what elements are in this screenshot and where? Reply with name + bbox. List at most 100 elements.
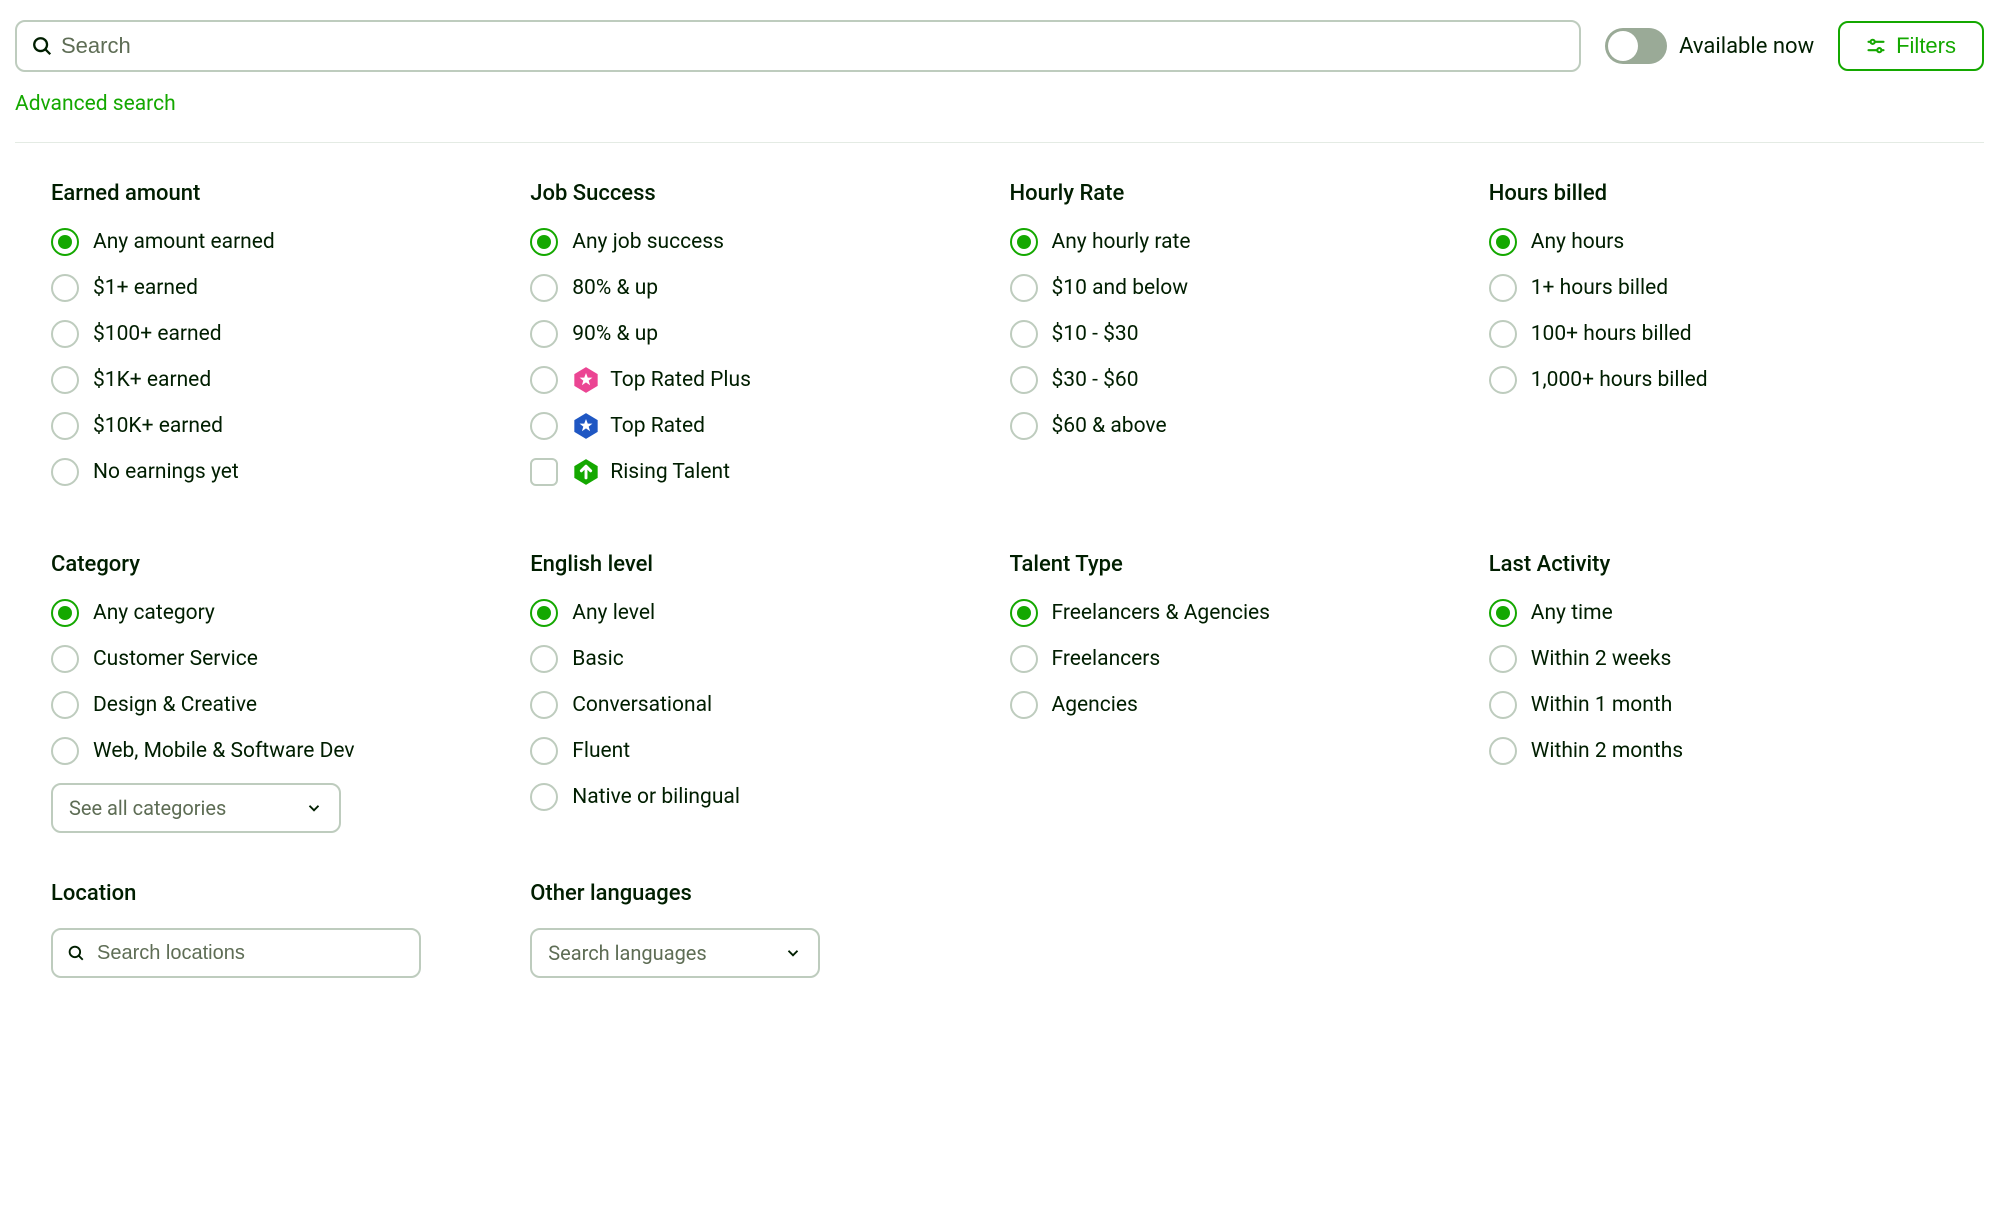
radio-option[interactable]: Any hours bbox=[1489, 228, 1948, 256]
radio-icon bbox=[51, 645, 79, 673]
radio-option[interactable]: 80% & up bbox=[530, 274, 989, 302]
radio-option[interactable]: Native or bilingual bbox=[530, 783, 989, 811]
radio-option[interactable]: $60 & above bbox=[1010, 412, 1469, 440]
radio-option[interactable]: Any amount earned bbox=[51, 228, 510, 256]
filter-title: Last Activity bbox=[1489, 552, 1948, 577]
radio-option[interactable]: Within 1 month bbox=[1489, 691, 1948, 719]
filter-title: Job Success bbox=[530, 181, 989, 206]
radio-option[interactable]: $10 and below bbox=[1010, 274, 1469, 302]
option-label: $1K+ earned bbox=[93, 368, 211, 392]
languages-select[interactable]: Search languages bbox=[530, 928, 820, 978]
radio-icon bbox=[51, 691, 79, 719]
radio-icon bbox=[1489, 274, 1517, 302]
radio-option[interactable]: Any job success bbox=[530, 228, 989, 256]
option-text: Top Rated Plus bbox=[610, 368, 751, 392]
radio-option[interactable]: Agencies bbox=[1010, 691, 1469, 719]
radio-icon bbox=[530, 366, 558, 394]
radio-option[interactable]: 90% & up bbox=[530, 320, 989, 348]
location-search-container[interactable] bbox=[51, 928, 421, 978]
radio-option[interactable]: $1+ earned bbox=[51, 274, 510, 302]
radio-option[interactable]: $30 - $60 bbox=[1010, 366, 1469, 394]
radio-icon bbox=[1489, 366, 1517, 394]
radio-icon bbox=[530, 228, 558, 256]
radio-option[interactable]: Top Rated Plus bbox=[530, 366, 989, 394]
radio-icon bbox=[1010, 366, 1038, 394]
radio-icon bbox=[51, 228, 79, 256]
filter-group-talent-type: Talent Type Freelancers & Agencies Freel… bbox=[1010, 552, 1469, 833]
checkbox-icon bbox=[530, 458, 558, 486]
filter-title: Category bbox=[51, 552, 510, 577]
option-label: Any job success bbox=[572, 230, 724, 254]
radio-option[interactable]: No earnings yet bbox=[51, 458, 510, 486]
option-label: Freelancers & Agencies bbox=[1052, 601, 1271, 625]
radio-option[interactable]: 100+ hours billed bbox=[1489, 320, 1948, 348]
option-label: $10 and below bbox=[1052, 276, 1188, 300]
radio-icon bbox=[530, 320, 558, 348]
search-icon bbox=[31, 35, 53, 57]
radio-icon bbox=[1010, 412, 1038, 440]
option-label: 90% & up bbox=[572, 322, 658, 346]
advanced-search-link[interactable]: Advanced search bbox=[15, 92, 176, 116]
radio-option[interactable]: Any time bbox=[1489, 599, 1948, 627]
radio-icon bbox=[1010, 274, 1038, 302]
location-search-input[interactable] bbox=[97, 942, 405, 965]
option-label: Any amount earned bbox=[93, 230, 275, 254]
radio-option[interactable]: $10K+ earned bbox=[51, 412, 510, 440]
toggle-knob bbox=[1608, 31, 1638, 61]
radio-icon bbox=[1489, 691, 1517, 719]
option-label: $60 & above bbox=[1052, 414, 1167, 438]
filter-title: Earned amount bbox=[51, 181, 510, 206]
radio-option[interactable]: Within 2 months bbox=[1489, 737, 1948, 765]
radio-option[interactable]: Design & Creative bbox=[51, 691, 510, 719]
radio-option[interactable]: Freelancers bbox=[1010, 645, 1469, 673]
search-input[interactable] bbox=[61, 33, 1565, 59]
filter-group-earned-amount: Earned amount Any amount earned $1+ earn… bbox=[51, 181, 510, 504]
radio-option[interactable]: Any level bbox=[530, 599, 989, 627]
available-now-toggle[interactable] bbox=[1605, 28, 1667, 64]
radio-option[interactable]: Any hourly rate bbox=[1010, 228, 1469, 256]
radio-option[interactable]: Freelancers & Agencies bbox=[1010, 599, 1469, 627]
option-label: Any hours bbox=[1531, 230, 1625, 254]
radio-icon bbox=[1489, 737, 1517, 765]
search-icon bbox=[67, 944, 85, 962]
radio-icon bbox=[1010, 228, 1038, 256]
radio-option[interactable]: Any category bbox=[51, 599, 510, 627]
filter-group-category: Category Any category Customer Service D… bbox=[51, 552, 510, 833]
option-label: Native or bilingual bbox=[572, 785, 740, 809]
radio-option[interactable]: Top Rated bbox=[530, 412, 989, 440]
search-input-container[interactable] bbox=[15, 20, 1581, 72]
radio-option[interactable]: Web, Mobile & Software Dev bbox=[51, 737, 510, 765]
radio-option[interactable]: $1K+ earned bbox=[51, 366, 510, 394]
radio-option[interactable]: Conversational bbox=[530, 691, 989, 719]
checkbox-option[interactable]: Rising Talent bbox=[530, 458, 989, 486]
radio-icon bbox=[1489, 228, 1517, 256]
radio-icon bbox=[530, 274, 558, 302]
filter-title: Other languages bbox=[530, 881, 989, 906]
radio-icon bbox=[1010, 691, 1038, 719]
filter-group-hourly-rate: Hourly Rate Any hourly rate $10 and belo… bbox=[1010, 181, 1469, 504]
radio-icon bbox=[51, 320, 79, 348]
radio-option[interactable]: $100+ earned bbox=[51, 320, 510, 348]
radio-option[interactable]: Fluent bbox=[530, 737, 989, 765]
radio-option[interactable]: Customer Service bbox=[51, 645, 510, 673]
option-label: 1,000+ hours billed bbox=[1531, 368, 1708, 392]
option-label: Conversational bbox=[572, 693, 712, 717]
radio-option[interactable]: Within 2 weeks bbox=[1489, 645, 1948, 673]
radio-option[interactable]: $10 - $30 bbox=[1010, 320, 1469, 348]
option-label: Agencies bbox=[1052, 693, 1138, 717]
radio-option[interactable]: Basic bbox=[530, 645, 989, 673]
see-all-categories-select[interactable]: See all categories bbox=[51, 783, 341, 833]
radio-option[interactable]: 1+ hours billed bbox=[1489, 274, 1948, 302]
option-label: $30 - $60 bbox=[1052, 368, 1139, 392]
option-label: Within 2 months bbox=[1531, 739, 1683, 763]
option-label: Customer Service bbox=[93, 647, 258, 671]
filters-button[interactable]: Filters bbox=[1838, 21, 1984, 71]
option-label: Within 1 month bbox=[1531, 693, 1673, 717]
available-now-label: Available now bbox=[1679, 34, 1814, 59]
filters-button-label: Filters bbox=[1896, 33, 1956, 59]
option-label: Freelancers bbox=[1052, 647, 1161, 671]
radio-option[interactable]: 1,000+ hours billed bbox=[1489, 366, 1948, 394]
filter-title: English level bbox=[530, 552, 989, 577]
filter-title: Location bbox=[51, 881, 510, 906]
filter-group-location: Location bbox=[51, 881, 510, 978]
